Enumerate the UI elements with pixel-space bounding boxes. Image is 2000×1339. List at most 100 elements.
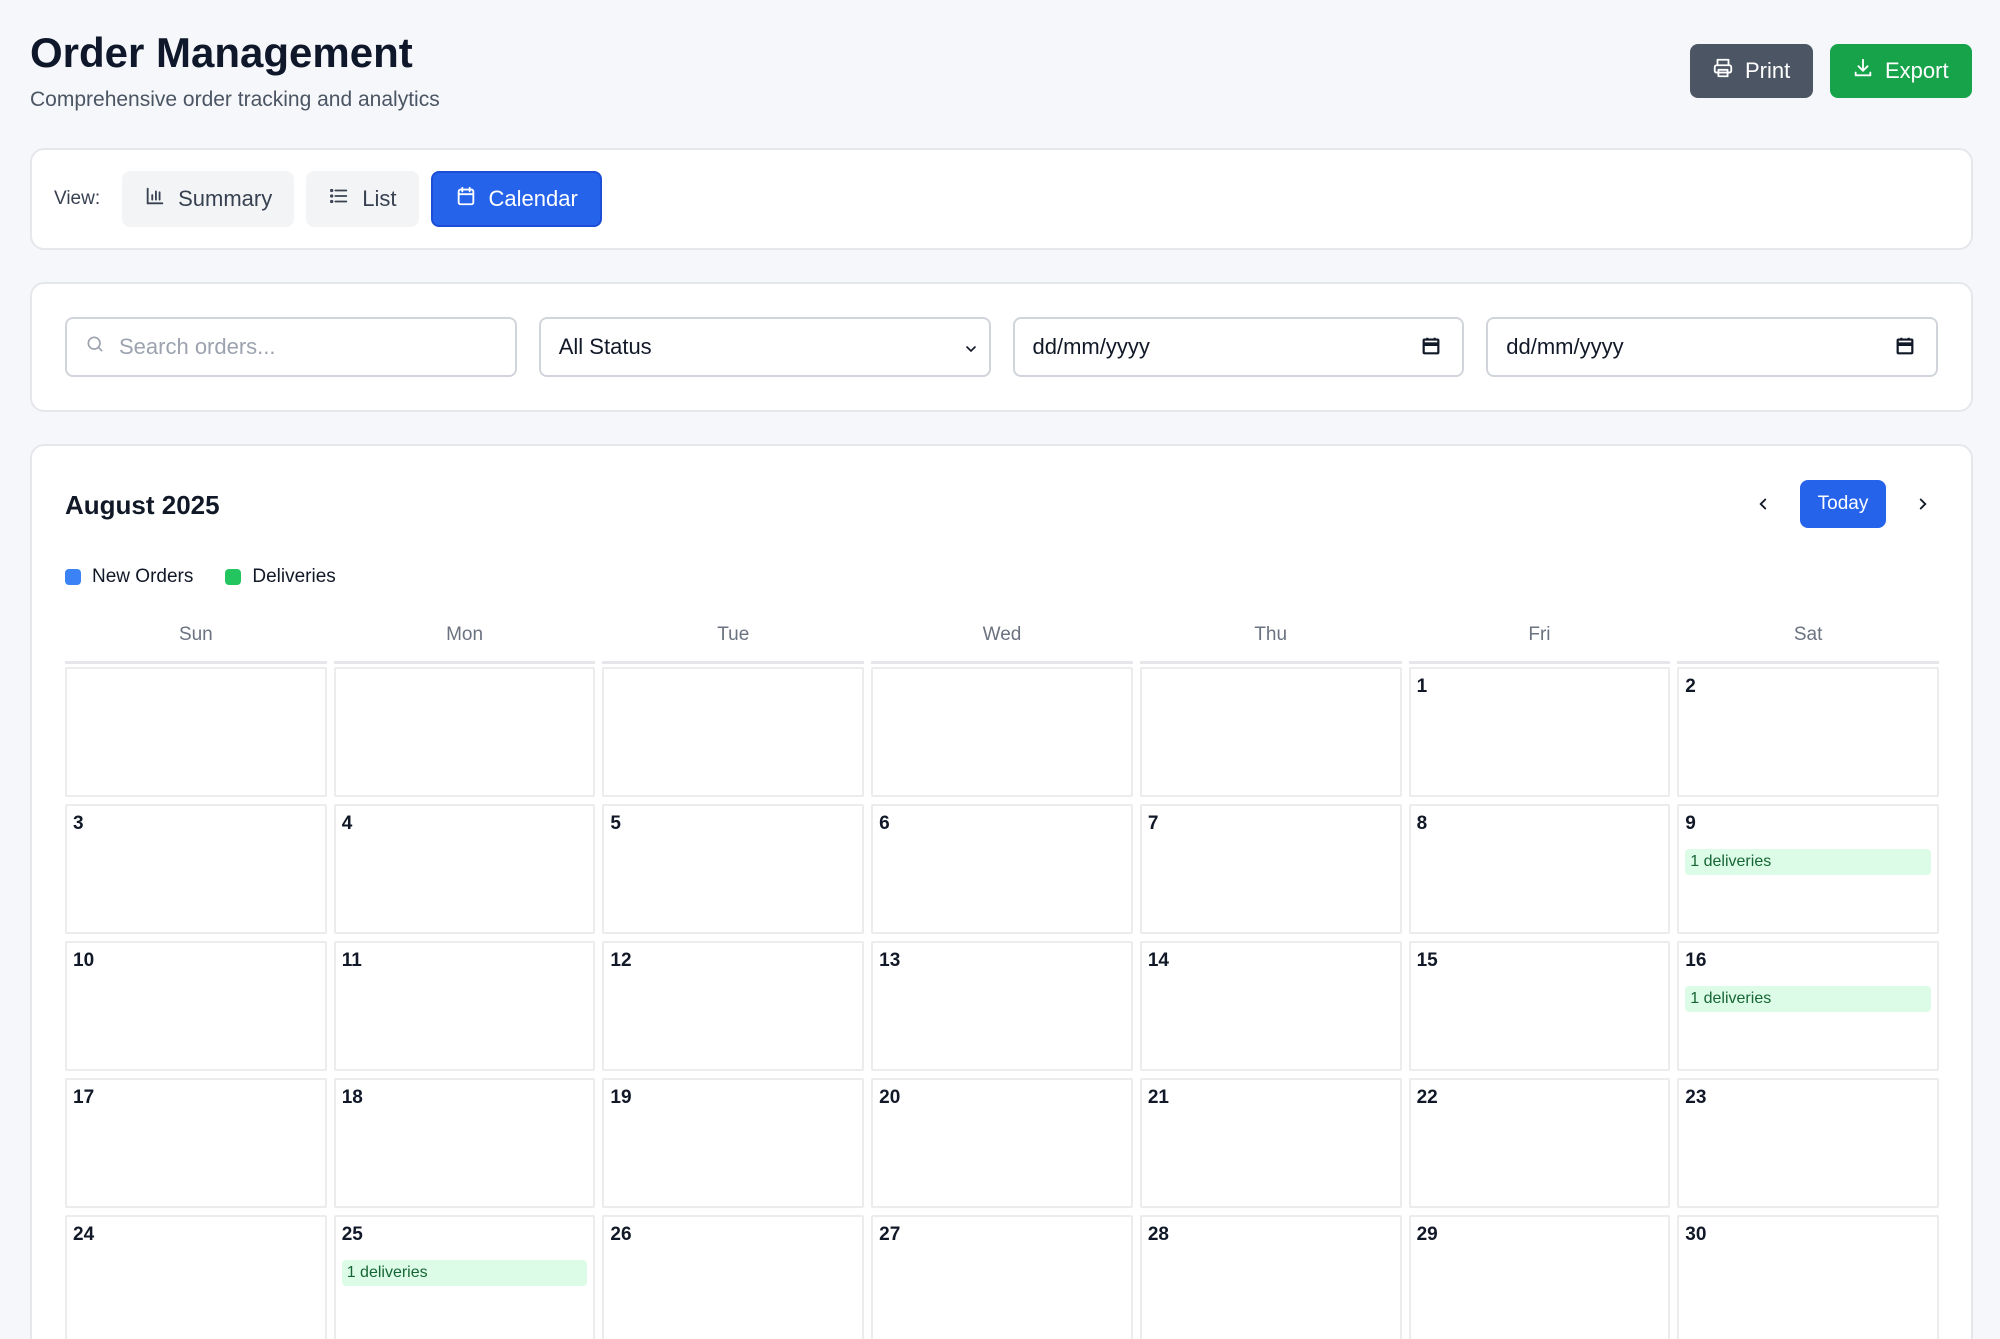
view-list-label: List: [362, 186, 397, 211]
delivery-event-badge[interactable]: 1 deliveries: [1685, 986, 1931, 1012]
legend-item-deliveries: Deliveries: [225, 566, 336, 588]
status-select[interactable]: All Status: [538, 317, 991, 377]
day-number: 1: [1416, 676, 1428, 697]
prev-month-button[interactable]: [1748, 480, 1778, 528]
day-number: 27: [879, 1224, 901, 1245]
calendar-day-cell[interactable]: 6: [871, 804, 1133, 934]
day-number: 9: [1685, 813, 1696, 834]
export-button[interactable]: Export: [1830, 44, 1972, 98]
calendar-day-cell: [871, 667, 1133, 797]
page-header: Order Management Comprehensive order tra…: [30, 28, 1972, 118]
calendar-day-cell[interactable]: 1: [1408, 667, 1671, 797]
calendar-day-cell[interactable]: 5: [602, 804, 865, 934]
page-subtitle: Comprehensive order tracking and analyti…: [30, 88, 440, 111]
calendar-day-cell[interactable]: 26: [602, 1215, 865, 1339]
calendar-picker-icon[interactable]: [1894, 335, 1916, 363]
weekday-label: Mon: [333, 620, 596, 664]
calendar-day-cell: [333, 667, 596, 797]
calendar-day-cell[interactable]: 30: [1677, 1215, 1939, 1339]
day-number: 17: [73, 1087, 95, 1108]
calendar-day-cell[interactable]: 21: [1139, 1078, 1402, 1208]
weekday-label: Sat: [1677, 620, 1939, 664]
weekday-label: Wed: [871, 620, 1133, 664]
calendar-day-cell[interactable]: 12: [602, 941, 865, 1071]
date-from-value: dd/mm/yyyy: [1032, 334, 1150, 359]
day-number: 11: [341, 950, 362, 971]
calendar-legend: New Orders Deliveries: [65, 566, 336, 588]
calendar-day-cell[interactable]: 2: [1677, 667, 1939, 797]
day-number: 24: [73, 1224, 95, 1245]
date-to-value: dd/mm/yyyy: [1506, 334, 1624, 359]
day-number: 5: [610, 813, 621, 834]
delivery-event-badge[interactable]: 1 deliveries: [341, 1260, 588, 1286]
day-number: 21: [1147, 1087, 1169, 1108]
calendar-day-cell[interactable]: 14: [1139, 941, 1402, 1071]
header-actions: Print Export: [1690, 44, 1972, 98]
calendar-day-cell[interactable]: 29: [1408, 1215, 1671, 1339]
weekday-label: Sun: [65, 620, 327, 664]
calendar-day-cell[interactable]: 24: [65, 1215, 327, 1339]
calendar-day-cell: [65, 667, 327, 797]
search-input[interactable]: Search orders...: [65, 317, 517, 377]
calendar-day-cell[interactable]: 28: [1139, 1215, 1402, 1339]
calendar-day-cell[interactable]: 22: [1408, 1078, 1671, 1208]
calendar-day-cell[interactable]: 27: [871, 1215, 1133, 1339]
day-number: 13: [879, 950, 901, 971]
day-number: 15: [1416, 950, 1438, 971]
view-label: View:: [54, 188, 101, 209]
day-number: [73, 676, 319, 700]
printer-icon: [1712, 57, 1734, 85]
calendar-day-cell[interactable]: 25 1 deliveries: [333, 1215, 596, 1339]
day-number: [342, 676, 588, 700]
view-calendar-button[interactable]: Calendar: [430, 171, 602, 227]
calendar-day-cell[interactable]: 15: [1408, 941, 1671, 1071]
calendar-day-cell: [1139, 667, 1402, 797]
day-number: [879, 676, 1125, 700]
calendar-day-cell[interactable]: 11: [333, 941, 596, 1071]
calendar-day-cell[interactable]: 16 1 deliveries: [1677, 941, 1939, 1071]
print-button[interactable]: Print: [1690, 44, 1813, 98]
calendar-day-cell[interactable]: 10: [65, 941, 327, 1071]
calendar-day-cell[interactable]: 20: [871, 1078, 1133, 1208]
legend-item-new-orders: New Orders: [65, 566, 193, 588]
day-number: 29: [1416, 1224, 1438, 1245]
calendar-day-cell[interactable]: 18: [333, 1078, 596, 1208]
calendar-day-cell[interactable]: 3: [65, 804, 327, 934]
view-list-button[interactable]: List: [306, 171, 419, 227]
search-icon: [85, 334, 105, 360]
legend-label: Deliveries: [252, 566, 336, 587]
delivery-event-badge[interactable]: 1 deliveries: [1685, 849, 1931, 875]
calendar-picker-icon[interactable]: [1420, 335, 1442, 363]
calendar-day-cell[interactable]: 4: [333, 804, 596, 934]
calendar-day-cell[interactable]: 17: [65, 1078, 327, 1208]
day-number: 4: [341, 813, 353, 834]
calendar-day-cell[interactable]: 13: [871, 941, 1133, 1071]
today-button[interactable]: Today: [1800, 480, 1886, 528]
day-number: 6: [879, 813, 890, 834]
view-summary-button[interactable]: Summary: [122, 171, 295, 227]
chevron-right-icon: [1919, 498, 1927, 510]
date-to-input[interactable]: dd/mm/yyyy: [1486, 317, 1938, 377]
legend-swatch: [225, 569, 242, 585]
day-number: 30: [1685, 1224, 1707, 1245]
search-placeholder: Search orders...: [119, 334, 276, 359]
day-number: 7: [1147, 813, 1159, 834]
calendar-card: August 2025 Today New Orders Deliveries …: [30, 444, 1973, 1339]
calendar-day-cell[interactable]: 7: [1139, 804, 1402, 934]
export-label: Export: [1885, 58, 1949, 83]
chevron-left-icon: [1759, 498, 1767, 510]
calendar-day-cell[interactable]: 19: [602, 1078, 865, 1208]
download-icon: [1852, 57, 1874, 85]
view-switcher-card: View: Summary List Calendar: [30, 148, 1973, 250]
date-from-input[interactable]: dd/mm/yyyy: [1012, 317, 1465, 377]
page-title: Order Management: [30, 29, 413, 76]
calendar-nav: Today: [1748, 480, 1938, 528]
bar-chart-icon: [144, 185, 166, 213]
next-month-button[interactable]: [1908, 480, 1938, 528]
calendar-day-cell[interactable]: 23: [1677, 1078, 1939, 1208]
day-number: 14: [1147, 950, 1169, 971]
calendar-day-cell[interactable]: 9 1 deliveries: [1677, 804, 1939, 934]
legend-label: New Orders: [92, 566, 194, 587]
day-number: 2: [1685, 676, 1696, 697]
calendar-day-cell[interactable]: 8: [1408, 804, 1671, 934]
